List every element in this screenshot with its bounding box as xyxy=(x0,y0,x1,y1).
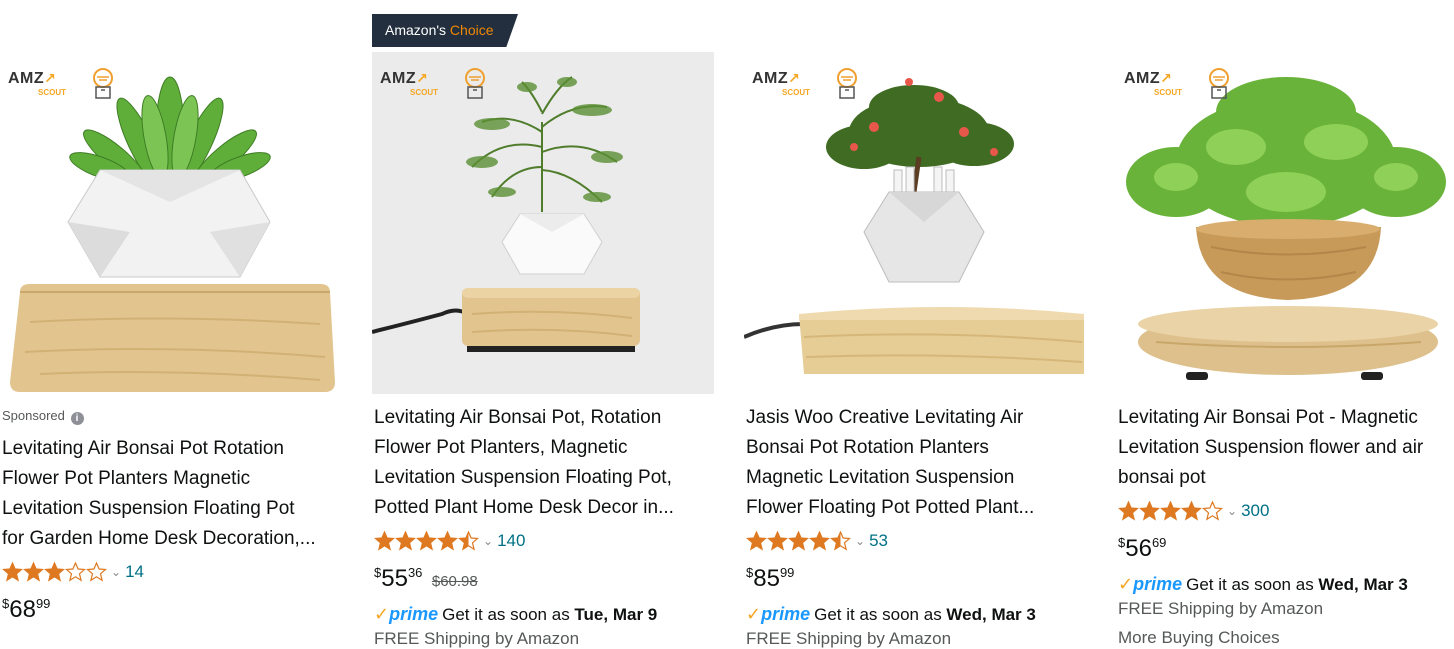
star-icon xyxy=(809,531,830,551)
list-price: $60.98 xyxy=(431,573,478,590)
product-card-1[interactable]: AMZ↗ SCOUT Sponsored i Levitating Air Bo… xyxy=(0,0,342,640)
product-image[interactable] xyxy=(372,52,714,394)
amzscout-label: SCOUT xyxy=(1154,88,1182,97)
chevron-down-icon[interactable]: ⌄ xyxy=(855,534,865,548)
star-icon xyxy=(1118,501,1139,521)
delivery-info: ✓prime Get it as soon as Tue, Mar 9 xyxy=(374,604,658,624)
bulb-icon[interactable] xyxy=(90,68,116,100)
chevron-down-icon[interactable]: ⌄ xyxy=(111,565,121,579)
star-rating[interactable] xyxy=(1118,501,1223,521)
product-title[interactable]: Levitating Air Bonsai Pot, Rotation Flow… xyxy=(374,403,710,523)
more-buying-choices-link[interactable]: More Buying Choices xyxy=(1118,628,1280,648)
product-card-3[interactable]: AMZ↗ SCOUT Jasis Woo Creative Levitating… xyxy=(744,0,1086,648)
amzscout-logo: AMZ↗ xyxy=(1124,70,1173,87)
star-icon xyxy=(1202,501,1223,521)
star-rating[interactable] xyxy=(2,562,107,582)
chevron-down-icon[interactable]: ⌄ xyxy=(1227,504,1237,518)
product-image[interactable] xyxy=(0,52,342,394)
rating-count-link[interactable]: 140 xyxy=(497,531,525,551)
info-icon[interactable]: i xyxy=(70,412,84,425)
star-icon xyxy=(374,531,395,551)
amzscout-logo: AMZ↗ xyxy=(752,70,801,87)
amzscout-extension[interactable]: AMZ↗ SCOUT xyxy=(380,66,498,102)
star-icon xyxy=(416,531,437,551)
star-icon xyxy=(437,531,458,551)
star-icon xyxy=(65,562,86,582)
prime-logo: ✓prime xyxy=(374,604,439,624)
amzscout-extension[interactable]: AMZ↗ SCOUT xyxy=(752,66,870,102)
star-icon xyxy=(788,531,809,551)
bulb-icon[interactable] xyxy=(1206,68,1232,100)
amzscout-label: SCOUT xyxy=(38,88,66,97)
product-image[interactable] xyxy=(744,52,1086,394)
amzscout-logo: AMZ↗ xyxy=(8,70,57,87)
rating-row[interactable]: ⌄ 53 xyxy=(746,530,888,552)
price[interactable]: $5669 xyxy=(1118,535,1166,563)
shipping-info: FREE Shipping by Amazon xyxy=(374,629,580,648)
amzscout-logo: AMZ↗ xyxy=(380,70,429,87)
product-image[interactable] xyxy=(1116,52,1454,394)
rating-count-link[interactable]: 53 xyxy=(869,531,888,551)
star-icon xyxy=(767,531,788,551)
prime-logo: ✓prime xyxy=(746,604,811,624)
rating-row[interactable]: ⌄ 14 xyxy=(2,561,144,583)
star-icon xyxy=(1160,501,1181,521)
product-card-4[interactable]: AMZ↗ SCOUT Levitating Air Bonsai Pot - M… xyxy=(1116,0,1454,647)
delivery-info: ✓prime Get it as soon as Wed, Mar 3 xyxy=(1118,574,1408,594)
rating-count-link[interactable]: 14 xyxy=(125,562,144,582)
price[interactable]: $6899 xyxy=(2,596,50,624)
delivery-info: ✓prime Get it as soon as Wed, Mar 3 xyxy=(746,604,1036,624)
amzscout-label: SCOUT xyxy=(410,88,438,97)
rating-row[interactable]: ⌄ 140 xyxy=(374,530,525,552)
price[interactable]: $8599 xyxy=(746,565,794,593)
star-icon xyxy=(746,531,767,551)
amzscout-extension[interactable]: AMZ↗ SCOUT xyxy=(1124,66,1242,102)
star-rating[interactable] xyxy=(374,531,479,551)
product-title[interactable]: Levitating Air Bonsai Pot Rotation Flowe… xyxy=(2,434,338,554)
shipping-info: FREE Shipping by Amazon xyxy=(1118,599,1324,618)
shipping-info: FREE Shipping by Amazon xyxy=(746,629,952,648)
bulb-icon[interactable] xyxy=(462,68,488,100)
star-icon xyxy=(86,562,107,582)
rating-row[interactable]: ⌄ 300 xyxy=(1118,500,1269,522)
star-icon xyxy=(458,531,479,551)
product-card-2[interactable]: Amazon's Choice AMZ↗ SCOUT Levitating Ai… xyxy=(372,0,714,648)
prime-logo: ✓prime xyxy=(1118,574,1183,594)
star-icon xyxy=(1181,501,1202,521)
star-icon xyxy=(830,531,851,551)
amazons-choice-badge: Amazon's Choice xyxy=(372,14,518,47)
rating-count-link[interactable]: 300 xyxy=(1241,501,1269,521)
star-rating[interactable] xyxy=(746,531,851,551)
chevron-down-icon[interactable]: ⌄ xyxy=(483,534,493,548)
price[interactable]: $5536 $60.98 xyxy=(374,565,478,593)
amzscout-label: SCOUT xyxy=(782,88,810,97)
star-icon xyxy=(23,562,44,582)
product-title[interactable]: Levitating Air Bonsai Pot - Magnetic Lev… xyxy=(1118,403,1454,493)
star-icon xyxy=(395,531,416,551)
star-icon xyxy=(1139,501,1160,521)
star-icon xyxy=(2,562,23,582)
product-title[interactable]: Jasis Woo Creative Levitating Air Bonsai… xyxy=(746,403,1082,523)
amzscout-extension[interactable]: AMZ↗ SCOUT xyxy=(8,66,126,102)
sponsored-label[interactable]: Sponsored i xyxy=(2,408,84,425)
bulb-icon[interactable] xyxy=(834,68,860,100)
star-icon xyxy=(44,562,65,582)
